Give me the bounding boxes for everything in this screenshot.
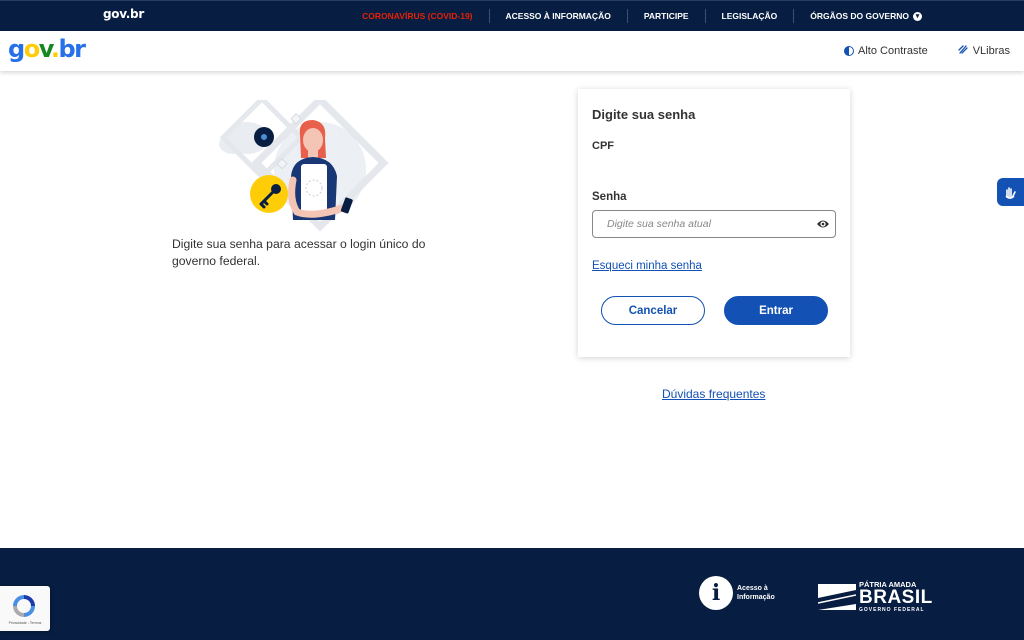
password-input[interactable]	[607, 211, 817, 237]
contrast-icon	[844, 46, 854, 56]
site-header: gov.br Alto Contraste VLibras	[0, 31, 1024, 71]
recaptcha-badge[interactable]: Privacidade - Termos	[0, 586, 50, 631]
recaptcha-footer-text[interactable]: Privacidade - Termos	[0, 621, 50, 625]
logo-letter-g: g	[8, 35, 25, 63]
intro-text: Digite sua senha para acessar o login ún…	[172, 237, 426, 268]
info-icon: i	[699, 576, 733, 610]
nav-link-participe[interactable]: PARTICIPE	[628, 9, 706, 23]
logo-letter-o: o	[23, 35, 41, 63]
top-bar: gov.br CORONAVÍRUS (COVID-19) ACESSO À I…	[0, 0, 1024, 31]
site-footer: i Acesso à Informação PÁTRIA AMADA BRASI…	[0, 548, 1024, 640]
acesso-line-1: Acesso à	[737, 585, 768, 592]
login-illustration	[205, 94, 415, 235]
vlibras-button[interactable]: VLibras	[958, 44, 1010, 58]
patria-line-2: BRASIL	[859, 587, 933, 608]
vlibras-hand-icon	[958, 44, 969, 58]
card-title: Digite sua senha	[592, 107, 696, 122]
cancel-button[interactable]: Cancelar	[601, 296, 705, 325]
govbr-logo[interactable]: gov.br	[8, 35, 87, 63]
nav-link-coronavirus[interactable]: CORONAVÍRUS (COVID-19)	[346, 9, 490, 23]
nav-link-orgaos-governo[interactable]: ÓRGÃOS DO GOVERNO ▾	[794, 9, 922, 23]
nav-link-legislacao[interactable]: LEGISLAÇÃO	[706, 9, 795, 23]
vlibras-widget-button[interactable]	[997, 178, 1024, 206]
password-card: Digite sua senha CPF Senha Esqueci minha…	[578, 89, 850, 357]
password-field-wrapper	[592, 210, 836, 238]
cpf-label: CPF	[592, 140, 614, 152]
acesso-informacao-text: Acesso à Informação	[737, 584, 787, 602]
top-nav: CORONAVÍRUS (COVID-19) ACESSO À INFORMAÇ…	[346, 1, 922, 31]
patria-amada-text: PÁTRIA AMADA BRASIL GOVERNO FEDERAL	[859, 581, 933, 614]
patria-amada-brasil-logo[interactable]: PÁTRIA AMADA BRASIL GOVERNO FEDERAL	[818, 581, 933, 613]
logo-dot: .	[50, 35, 60, 63]
faq-link[interactable]: Dúvidas frequentes	[662, 387, 765, 401]
logo-letter-v: v	[38, 35, 53, 63]
chevron-down-icon: ▾	[913, 11, 922, 21]
acesso-line-2: Informação	[737, 594, 775, 601]
alto-contraste-button[interactable]: Alto Contraste	[844, 44, 928, 58]
patria-line-3: GOVERNO FEDERAL	[859, 607, 925, 613]
senha-label: Senha	[592, 191, 627, 203]
eye-icon[interactable]	[816, 218, 830, 230]
recaptcha-icon	[13, 595, 35, 617]
nav-link-acesso-informacao[interactable]: ACESSO À INFORMAÇÃO	[490, 9, 628, 23]
header-links: Alto Contraste VLibras	[844, 44, 1010, 58]
sign-language-hands-icon	[1004, 187, 1016, 199]
brasil-flag-icon	[818, 584, 856, 610]
alto-contraste-label: Alto Contraste	[858, 45, 928, 57]
acesso-informacao-logo[interactable]: i Acesso à Informação	[699, 576, 787, 610]
forgot-password-link[interactable]: Esqueci minha senha	[592, 260, 702, 272]
logo-letters-br: br	[58, 35, 87, 63]
enter-button[interactable]: Entrar	[724, 296, 828, 325]
nav-link-orgaos-label: ÓRGÃOS DO GOVERNO	[810, 11, 909, 21]
govbr-brand-small[interactable]: gov.br	[103, 7, 144, 21]
vlibras-label: VLibras	[972, 45, 1010, 57]
